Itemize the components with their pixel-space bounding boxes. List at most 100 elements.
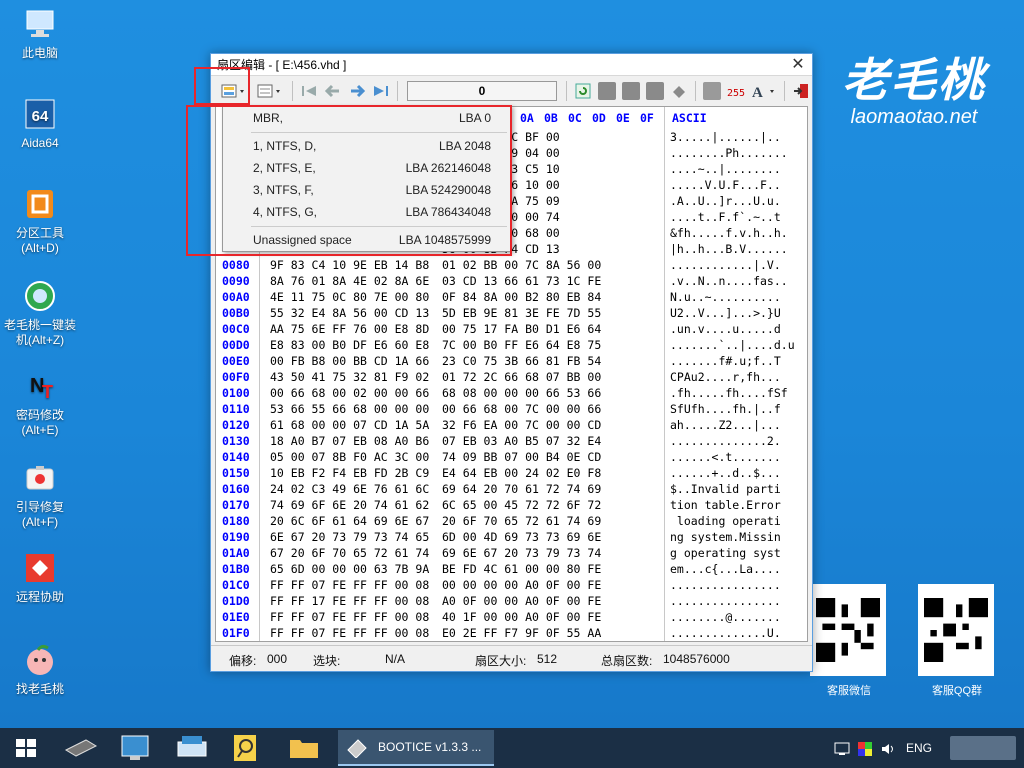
network-icon[interactable] (834, 728, 850, 768)
ascii-text: $..Invalid parti (670, 482, 781, 496)
first-aid-icon (22, 462, 58, 496)
hex-bytes-low: 00 66 68 00 02 00 00 66 (270, 386, 430, 400)
hex-bytes-high: 01 02 BB 00 7C 8A 56 00 (442, 258, 602, 272)
copy-icon[interactable] (620, 80, 642, 102)
ascii-text: ..............2. (670, 434, 781, 448)
next-sector-icon[interactable] (346, 80, 368, 102)
hex-offset: 01B0 (222, 562, 250, 576)
hex-bytes-low: 05 00 07 8B F0 AC 3C 00 (270, 450, 430, 464)
ascii-text: .A..U..]r...U.u. (670, 194, 781, 208)
search-icon[interactable] (226, 732, 266, 764)
ascii-text: U2..V...]...>.}U (670, 306, 781, 320)
window-titlebar[interactable]: 扇区编辑 - [ E:\456.vhd ] ✕ (211, 54, 812, 76)
language-indicator[interactable]: ENG (906, 728, 932, 768)
system-tool-icon[interactable] (116, 732, 156, 764)
paste-icon[interactable] (644, 80, 666, 102)
desktop-icon-partition-tool[interactable]: 分区工具 (Alt+D) (4, 188, 76, 256)
hex-bytes-high: A0 0F 00 00 A0 0F 00 FE (442, 594, 602, 608)
desktop-icon-password[interactable]: NT 密码修改 (Alt+E) (4, 370, 76, 438)
hex-bytes-high: 00 75 17 FA B0 D1 E6 64 (442, 322, 602, 336)
brand-logo: 老毛桃 laomaotao.net (842, 44, 986, 129)
hex-col-header: 0C (568, 111, 582, 125)
ascii-text: .......f#.u;f..T (670, 354, 781, 368)
hex-bytes-high: 23 C0 75 3B 66 81 FB 54 (442, 354, 602, 368)
hex-bytes-high: 69 6E 67 20 73 79 73 74 (442, 546, 602, 560)
hex-bytes-high: E4 64 EB 00 24 02 E0 F8 (442, 466, 602, 480)
ascii-text: ........@....... (670, 610, 781, 624)
brand-name: 老毛桃 (842, 53, 986, 107)
font-icon[interactable]: A (749, 80, 779, 102)
ram-chip-icon[interactable] (60, 732, 100, 764)
hex-bytes-low: 53 66 55 66 68 00 00 00 (270, 402, 430, 416)
fill-icon[interactable] (668, 80, 690, 102)
qr-qq-group: 客服QQ群 (918, 584, 996, 698)
ascii-text: .v..N..n....fas.. (670, 274, 788, 288)
hex-bytes-high: 69 64 20 70 61 72 74 69 (442, 482, 602, 496)
hex-bytes-low: E8 83 00 B0 DF E6 60 E8 (270, 338, 430, 352)
char-table-icon[interactable]: 255 (725, 80, 747, 102)
hex-offset: 0160 (222, 482, 250, 496)
hex-bytes-high: 20 6F 70 65 72 61 74 69 (442, 514, 602, 528)
hex-bytes-low: 24 02 C3 49 6E 76 61 6C (270, 482, 430, 496)
hex-offset: 00E0 (222, 354, 250, 368)
hex-bytes-low: 74 69 6F 6E 20 74 61 62 (270, 498, 430, 512)
keyboard-icon[interactable] (172, 732, 212, 764)
color-icon[interactable] (858, 728, 872, 768)
sector-size-value: 512 (537, 652, 558, 666)
start-button[interactable] (6, 732, 46, 764)
hex-bytes-low: FF FF 07 FE FF FF 00 08 (270, 626, 430, 640)
hex-offset: 01A0 (222, 546, 250, 560)
ascii-text: ah.....Z2...|... (670, 418, 781, 432)
toolbar-separator (397, 81, 398, 101)
hex-offset: 00D0 (222, 338, 250, 352)
clock-area[interactable] (950, 736, 1016, 760)
bootice-icon (347, 739, 367, 758)
qr-label: 客服QQ群 (931, 685, 983, 697)
hex-bytes-high: 32 F6 EA 00 7C 00 00 CD (442, 418, 602, 432)
ascii-text: ng system.Missin (670, 530, 781, 544)
prev-sector-icon[interactable] (322, 80, 344, 102)
hex-bytes-high: 00 00 00 00 A0 0F 00 FE (442, 578, 602, 592)
hex-offset: 0080 (222, 258, 250, 272)
qr-label: 客服微信 (827, 685, 871, 697)
first-sector-icon[interactable] (298, 80, 320, 102)
password-icon: NT (22, 370, 58, 404)
save-icon[interactable] (596, 80, 618, 102)
folder-icon[interactable] (284, 732, 324, 764)
desktop-icon-this-pc[interactable]: 此电脑 (4, 8, 76, 61)
sector-number-input[interactable]: 0 (407, 81, 557, 101)
view-mode-button[interactable] (253, 80, 287, 102)
desktop-icon-find-laomaotao[interactable]: 找老毛桃 (4, 644, 76, 697)
hex-bytes-low: 65 6D 00 00 00 63 7B 9A (270, 562, 430, 576)
toolbar-separator (695, 81, 696, 101)
desktop-icon-aida64[interactable]: 64 Aida64 (4, 98, 76, 151)
desktop-icon-label: 老毛桃一键装 机(Alt+Z) (4, 318, 77, 347)
desktop-icon-boot-repair[interactable]: 引导修复 (Alt+F) (4, 462, 76, 530)
total-sectors-value: 1048576000 (663, 652, 730, 666)
hex-bytes-low: 8A 76 01 8A 4E 02 8A 6E (270, 274, 430, 288)
volume-icon[interactable] (880, 728, 896, 768)
highlight-box-button (194, 67, 250, 105)
desktop-icon-label: 引导修复 (Alt+F) (15, 500, 64, 529)
brand-url: laomaotao.net (850, 106, 978, 128)
ascii-text: 3.....|......|.. (670, 130, 781, 144)
hex-col-header: 0E (616, 111, 630, 125)
desktop-icon-remote-assist[interactable]: 远程协助 (4, 552, 76, 605)
qr-code-image (810, 584, 886, 676)
last-sector-icon[interactable] (370, 80, 392, 102)
ascii-text: em...c{...La.... (670, 562, 781, 576)
taskbar-item-bootice[interactable]: BOOTICE v1.3.3 ... (338, 730, 494, 766)
refresh-icon[interactable] (572, 80, 594, 102)
desktop-icon-one-click-install[interactable]: 老毛桃一键装 机(Alt+Z) (4, 280, 76, 348)
ascii-text: .....V.U.F...F.. (670, 178, 781, 192)
install-icon (22, 280, 58, 314)
svg-text:255: 255 (727, 88, 745, 99)
ascii-col-header: ASCII (672, 111, 707, 125)
exit-icon[interactable] (790, 80, 812, 102)
hex-offset: 0100 (222, 386, 250, 400)
ascii-text: g operating syst (670, 546, 781, 560)
hex-bytes-low: FF FF 17 FE FF FF 00 08 (270, 594, 430, 608)
hex-bytes-high: E0 2E FF F7 9F 0F 55 AA (442, 626, 602, 640)
calculator-icon[interactable] (701, 80, 723, 102)
close-button[interactable]: ✕ (784, 55, 812, 75)
